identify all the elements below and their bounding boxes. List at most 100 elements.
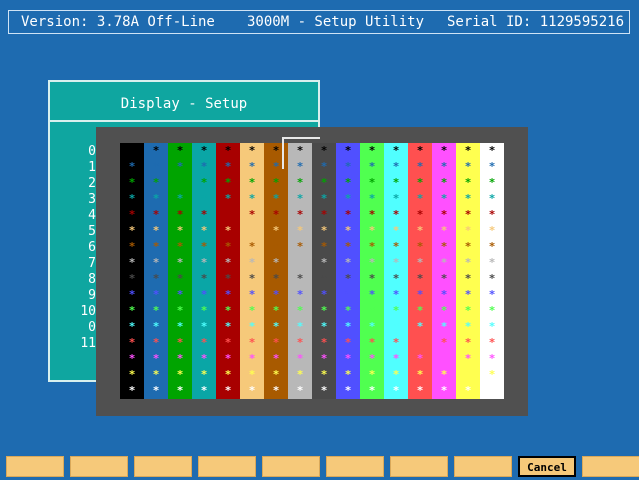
palette-column[interactable]: * * * * * * * * * * * * * * * * [408,143,432,399]
palette-cell[interactable]: * [216,367,240,383]
palette-cell[interactable]: * [144,287,168,303]
palette-cell[interactable]: * [336,207,360,223]
palette-cell[interactable]: * [312,351,336,367]
palette-cell[interactable]: * [408,271,432,287]
palette-cell[interactable]: * [120,367,144,383]
palette-cell[interactable]: * [408,143,432,159]
palette-cell[interactable]: * [264,207,288,223]
palette-cell[interactable]: * [192,223,216,239]
palette-column[interactable]: * * * * * * * * * * * * * * * * [264,143,288,399]
palette-column[interactable]: * * * * * * * * * * * * * * * * [480,143,504,399]
palette-cell[interactable]: * [168,239,192,255]
palette-cell[interactable]: * [168,319,192,335]
palette-cell[interactable]: * [240,383,264,399]
palette-cell[interactable]: * [480,351,504,367]
palette-cell[interactable]: * [240,271,264,287]
palette-cell[interactable]: * [144,383,168,399]
palette-cell[interactable]: * [144,207,168,223]
palette-cell[interactable]: * [288,287,312,303]
palette-cell[interactable]: * [192,255,216,271]
palette-cell[interactable]: * [456,383,480,399]
palette-cell[interactable]: * [192,271,216,287]
palette-cell[interactable]: * [192,351,216,367]
palette-cell[interactable]: * [408,287,432,303]
palette-cell[interactable]: * [480,191,504,207]
palette-cell[interactable]: * [384,367,408,383]
palette-cell[interactable]: * [288,207,312,223]
palette-cell[interactable]: * [384,303,408,319]
palette-cell[interactable]: * [384,207,408,223]
palette-cell[interactable]: * [408,383,432,399]
palette-cell[interactable]: * [432,207,456,223]
palette-cell[interactable]: * [216,271,240,287]
palette-cell[interactable]: * [168,271,192,287]
palette-cell[interactable]: * [456,335,480,351]
palette-cell[interactable]: * [312,255,336,271]
palette-column[interactable]: * * * * * * * * * * * * * * * * [240,143,264,399]
palette-cell[interactable]: * [360,367,384,383]
palette-cell[interactable]: * [360,191,384,207]
palette-cell[interactable]: * [144,159,168,175]
palette-cell[interactable]: * [264,383,288,399]
palette-cell[interactable]: * [264,271,288,287]
palette-cell[interactable]: * [168,207,192,223]
palette-cell[interactable]: * [432,175,456,191]
palette-cell[interactable]: * [240,143,264,159]
palette-cell[interactable]: * [288,255,312,271]
palette-cell[interactable]: * [456,143,480,159]
palette-cell[interactable]: * [240,367,264,383]
palette-cell[interactable]: * [264,351,288,367]
palette-cell[interactable]: * [288,335,312,351]
palette-cell[interactable]: * [192,207,216,223]
palette-cell[interactable]: * [288,303,312,319]
palette-cell[interactable]: * [432,351,456,367]
palette-cell[interactable]: * [144,271,168,287]
palette-cell[interactable]: * [480,319,504,335]
palette-cell[interactable]: * [408,175,432,191]
palette-cell[interactable]: * [336,143,360,159]
palette-cell[interactable]: * [312,223,336,239]
palette-cell[interactable]: * [432,383,456,399]
palette-cell[interactable]: * [432,239,456,255]
palette-cell[interactable]: * [360,319,384,335]
palette-cell[interactable]: * [480,335,504,351]
palette-cell[interactable]: * [360,159,384,175]
palette-cell[interactable]: * [288,351,312,367]
palette-cell[interactable]: * [264,175,288,191]
palette-cell[interactable]: * [192,383,216,399]
palette-cell[interactable]: * [408,351,432,367]
palette-cell[interactable]: * [312,175,336,191]
function-key[interactable] [262,456,320,477]
palette-cell[interactable]: * [312,383,336,399]
palette-cell[interactable]: * [144,303,168,319]
palette-column[interactable]: * * * * * * * * * * * * * * * * [120,143,144,399]
palette-cell[interactable]: * [384,191,408,207]
palette-cell[interactable]: * [432,255,456,271]
palette-cell[interactable]: * [144,351,168,367]
palette-cell[interactable]: * [120,335,144,351]
palette-cell[interactable]: * [384,351,408,367]
palette-cell[interactable]: * [288,191,312,207]
palette-cell[interactable]: * [216,175,240,191]
palette-cell[interactable]: * [192,319,216,335]
palette-cell[interactable]: * [336,319,360,335]
palette-cell[interactable]: * [432,335,456,351]
palette-cell[interactable]: * [240,319,264,335]
palette-cell[interactable]: * [120,223,144,239]
function-key[interactable] [70,456,128,477]
palette-cell[interactable]: * [360,239,384,255]
palette-cell[interactable]: * [120,255,144,271]
palette-cell[interactable]: * [264,367,288,383]
palette-cell[interactable]: * [288,223,312,239]
function-key[interactable] [198,456,256,477]
palette-cell[interactable]: * [120,159,144,175]
palette-cell[interactable]: * [384,287,408,303]
palette-cell[interactable]: * [360,271,384,287]
palette-cell[interactable]: * [480,271,504,287]
palette-cell[interactable]: * [432,287,456,303]
palette-cell[interactable]: * [192,367,216,383]
palette-cell[interactable]: * [480,223,504,239]
palette-cell[interactable]: * [264,255,288,271]
palette-cell[interactable]: * [120,143,144,159]
palette-cell[interactable]: * [336,367,360,383]
